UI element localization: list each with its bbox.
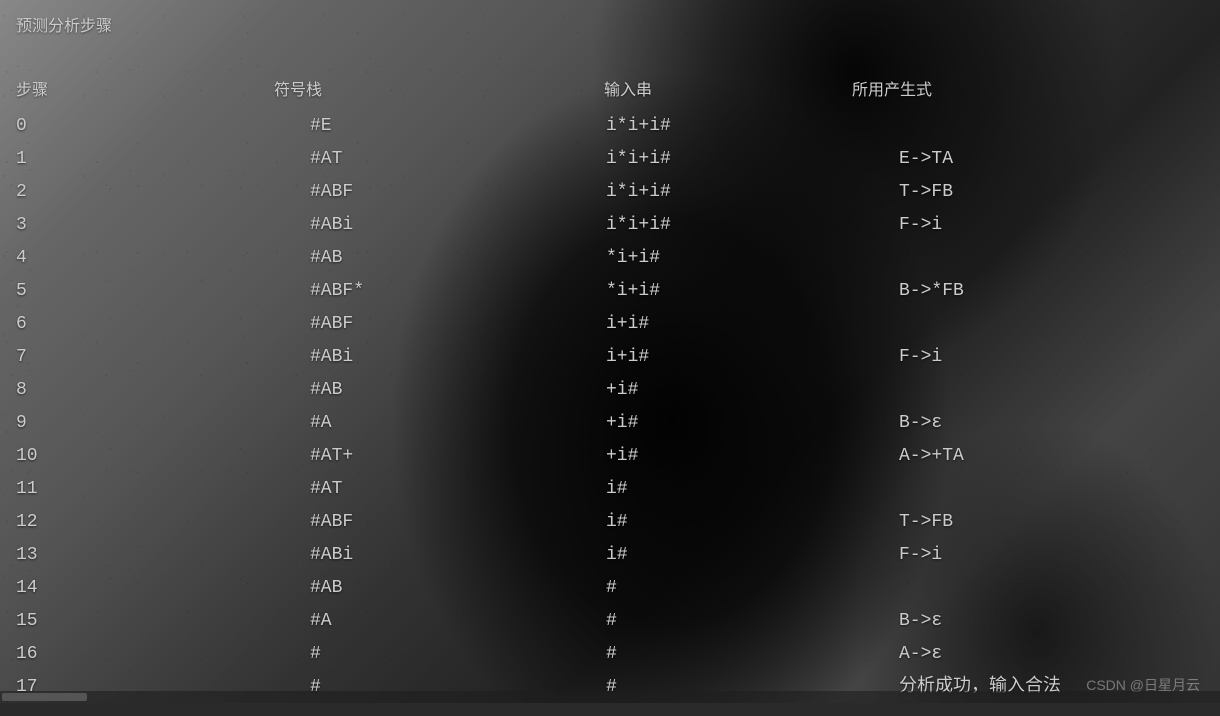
cell-step: 13: [16, 539, 310, 572]
cell-input: i+i#: [606, 341, 899, 374]
scrollbar-thumb[interactable]: [2, 693, 87, 701]
cell-stack: #AT+: [310, 440, 606, 473]
cell-production: [899, 242, 1204, 275]
cell-step: 12: [16, 506, 310, 539]
table-row: 9#A+i#B->ε: [16, 407, 1204, 440]
header-production: 所用产生式: [852, 76, 1204, 100]
cell-stack: #AT: [310, 143, 606, 176]
cell-production: E->TA: [899, 143, 1204, 176]
horizontal-scrollbar[interactable]: [0, 691, 1220, 703]
table-row: 13#ABii#F->i: [16, 539, 1204, 572]
cell-step: 7: [16, 341, 310, 374]
cell-step: 10: [16, 440, 310, 473]
cell-input: i*i+i#: [606, 143, 899, 176]
page-title: 预测分析步骤: [16, 12, 1204, 36]
cell-stack: #AB: [310, 242, 606, 275]
table-row: 10#AT++i#A->+TA: [16, 440, 1204, 473]
cell-production: B->ε: [899, 605, 1204, 638]
cell-production: A->+TA: [899, 440, 1204, 473]
cell-step: 11: [16, 473, 310, 506]
table-header: 步骤 符号栈 输入串 所用产生式: [16, 76, 1204, 100]
cell-stack: #: [310, 638, 606, 671]
cell-input: #: [606, 605, 899, 638]
cell-production: B->ε: [899, 407, 1204, 440]
cell-step: 14: [16, 572, 310, 605]
cell-stack: #AB: [310, 572, 606, 605]
header-step: 步骤: [16, 76, 274, 100]
cell-input: +i#: [606, 374, 899, 407]
cell-stack: #ABi: [310, 539, 606, 572]
cell-input: i#: [606, 506, 899, 539]
cell-stack: #ABF: [310, 176, 606, 209]
cell-stack: #A: [310, 605, 606, 638]
cell-input: i*i+i#: [606, 110, 899, 143]
table-row: 8#AB+i#: [16, 374, 1204, 407]
cell-stack: #ABF: [310, 506, 606, 539]
cell-input: i+i#: [606, 308, 899, 341]
header-input: 输入串: [604, 76, 852, 100]
cell-input: i#: [606, 539, 899, 572]
cell-production: [899, 308, 1204, 341]
terminal-output: 预测分析步骤 步骤 符号栈 输入串 所用产生式 0#Ei*i+i#1#ATi*i…: [0, 0, 1220, 716]
cell-production: T->FB: [899, 176, 1204, 209]
table-row: 11#ATi#: [16, 473, 1204, 506]
cell-stack: #ABF: [310, 308, 606, 341]
cell-step: 0: [16, 110, 310, 143]
cell-step: 1: [16, 143, 310, 176]
cell-step: 4: [16, 242, 310, 275]
cell-step: 16: [16, 638, 310, 671]
table-row: 4#AB*i+i#: [16, 242, 1204, 275]
cell-production: F->i: [899, 209, 1204, 242]
cell-stack: #A: [310, 407, 606, 440]
cell-production: A->ε: [899, 638, 1204, 671]
table-body: 0#Ei*i+i#1#ATi*i+i#E->TA2#ABFi*i+i#T->FB…: [16, 110, 1204, 704]
cell-input: +i#: [606, 440, 899, 473]
cell-step: 9: [16, 407, 310, 440]
table-row: 14#AB#: [16, 572, 1204, 605]
cell-input: i*i+i#: [606, 176, 899, 209]
cell-input: *i+i#: [606, 275, 899, 308]
cell-stack: #AT: [310, 473, 606, 506]
cell-input: +i#: [606, 407, 899, 440]
cell-production: F->i: [899, 341, 1204, 374]
cell-production: B->*FB: [899, 275, 1204, 308]
cell-step: 6: [16, 308, 310, 341]
cell-stack: #ABF*: [310, 275, 606, 308]
cell-production: [899, 110, 1204, 143]
cell-production: [899, 572, 1204, 605]
table-row: 12#ABFi#T->FB: [16, 506, 1204, 539]
cell-production: [899, 374, 1204, 407]
table-row: 3#ABii*i+i#F->i: [16, 209, 1204, 242]
table-row: 7#ABii+i#F->i: [16, 341, 1204, 374]
table-row: 2#ABFi*i+i#T->FB: [16, 176, 1204, 209]
cell-production: [899, 473, 1204, 506]
cell-input: i#: [606, 473, 899, 506]
cell-production: T->FB: [899, 506, 1204, 539]
cell-stack: #ABi: [310, 209, 606, 242]
cell-step: 15: [16, 605, 310, 638]
table-row: 15#A#B->ε: [16, 605, 1204, 638]
cell-stack: #E: [310, 110, 606, 143]
table-row: 5#ABF**i+i#B->*FB: [16, 275, 1204, 308]
cell-stack: #AB: [310, 374, 606, 407]
cell-step: 8: [16, 374, 310, 407]
cell-input: #: [606, 638, 899, 671]
table-row: 0#Ei*i+i#: [16, 110, 1204, 143]
cell-input: i*i+i#: [606, 209, 899, 242]
cell-input: *i+i#: [606, 242, 899, 275]
table-row: 16##A->ε: [16, 638, 1204, 671]
cell-stack: #ABi: [310, 341, 606, 374]
table-row: 1#ATi*i+i#E->TA: [16, 143, 1204, 176]
header-stack: 符号栈: [274, 76, 604, 100]
cell-step: 2: [16, 176, 310, 209]
table-row: 6#ABFi+i#: [16, 308, 1204, 341]
cell-step: 3: [16, 209, 310, 242]
cell-step: 5: [16, 275, 310, 308]
cell-input: #: [606, 572, 899, 605]
cell-production: F->i: [899, 539, 1204, 572]
